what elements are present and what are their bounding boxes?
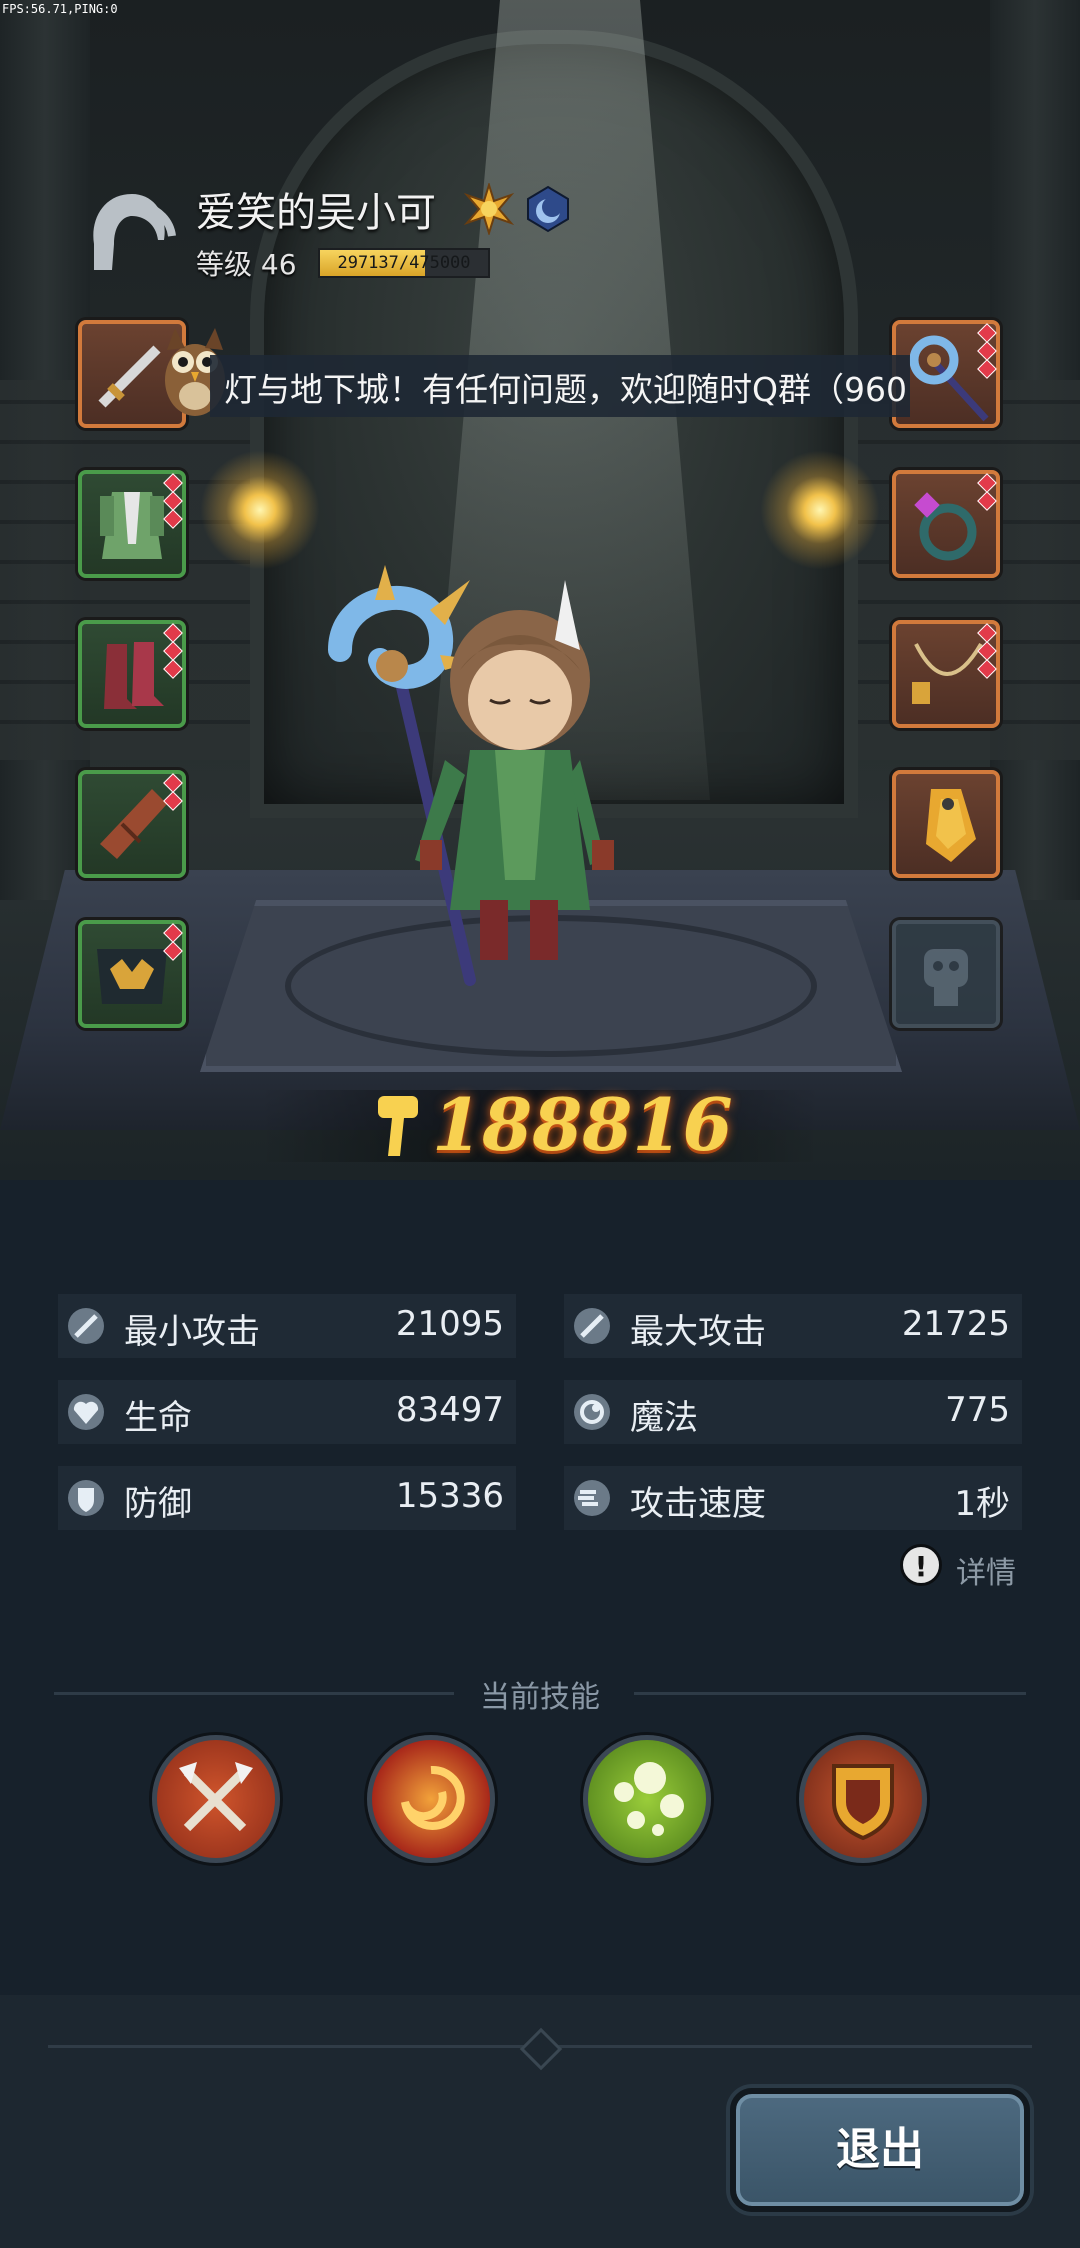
power-value: 188816 <box>432 1082 733 1167</box>
stat-label: 攻击速度 <box>630 1484 766 1524</box>
sword-icon <box>68 1308 104 1344</box>
power-fist-icon <box>378 1096 418 1156</box>
skill-slot-4[interactable] <box>799 1735 927 1863</box>
gem-sockets <box>163 773 183 812</box>
xp-text: 297137/475000 <box>337 253 471 273</box>
speed-icon <box>574 1480 610 1516</box>
torch-right <box>760 450 880 570</box>
player-name: 爱笑的吴小可 <box>196 190 436 236</box>
shield-crest-icon <box>832 1764 894 1841</box>
player-level: 等级 46 <box>196 248 297 281</box>
equip-slot-empty[interactable] <box>892 920 1000 1028</box>
sword-icon <box>574 1308 610 1344</box>
gem-sockets <box>163 623 183 680</box>
shield-icon <box>68 1480 104 1516</box>
fire-vortex-icon <box>401 1765 465 1830</box>
avatar-icon[interactable] <box>84 184 180 280</box>
stat-label: 最小攻击 <box>124 1312 260 1352</box>
pet-placeholder-icon <box>924 949 968 1006</box>
gem-sockets <box>977 323 997 380</box>
sun-badge-icon[interactable] <box>463 183 515 235</box>
crossed-axes-icon <box>179 1762 253 1832</box>
stat-label: 防御 <box>124 1484 192 1524</box>
fps-counter: FPS:56.71,PING:0 <box>2 2 118 16</box>
announcement-text: 灯与地下城！有任何问题，欢迎随时Q群（960 <box>224 370 907 409</box>
details-label: 详情 <box>956 1556 1016 1591</box>
stat-label: 魔法 <box>630 1398 698 1438</box>
stat-label: 最大攻击 <box>630 1312 766 1352</box>
equip-slot-boots[interactable] <box>78 620 186 728</box>
moon-badge-icon[interactable] <box>522 183 574 235</box>
stat-attack-speed: 攻击速度 1秒 <box>564 1466 1022 1530</box>
gauntlet-icon <box>926 789 976 862</box>
equip-slot-necklace[interactable] <box>892 620 1000 728</box>
gem-sockets <box>977 623 997 680</box>
gem-sockets <box>163 473 183 530</box>
exclamation-icon: ! <box>900 1544 942 1586</box>
exit-label: 退出 <box>836 2124 924 2175</box>
exit-button[interactable]: 退出 <box>730 2088 1030 2212</box>
equip-slot-gauntlet[interactable] <box>892 770 1000 878</box>
stat-value: 21095 <box>395 1304 504 1344</box>
heart-icon <box>68 1394 104 1430</box>
stat-value: 775 <box>945 1390 1010 1430</box>
equip-slot-ring[interactable] <box>892 470 1000 578</box>
stat-value: 21725 <box>901 1304 1010 1344</box>
skill-slot-2[interactable] <box>367 1735 495 1863</box>
gem-sockets <box>977 473 997 512</box>
skills-title: 当前技能 <box>480 1680 600 1715</box>
torch-left <box>200 450 320 570</box>
stat-value: 1秒 <box>954 1484 1010 1524</box>
stat-hp: 生命 83497 <box>58 1380 516 1444</box>
announcement-marquee: 灯与地下城！有任何问题，欢迎随时Q群（960 <box>210 355 910 417</box>
xp-bar: 297137/475000 <box>318 248 490 278</box>
poison-bubbles-icon <box>614 1762 684 1836</box>
equip-slot-chest[interactable] <box>78 470 186 578</box>
skill-slot-3[interactable] <box>583 1735 711 1863</box>
skill-slot-1[interactable] <box>152 1735 280 1863</box>
stat-defense: 防御 15336 <box>58 1466 516 1530</box>
gem-sockets <box>163 923 183 962</box>
magic-orb-icon <box>574 1394 610 1430</box>
stat-min-attack: 最小攻击 21095 <box>58 1294 516 1358</box>
stat-mp: 魔法 775 <box>564 1380 1022 1444</box>
equip-slot-bracer[interactable] <box>78 770 186 878</box>
hero-character[interactable] <box>280 560 700 1020</box>
equip-slot-belt[interactable] <box>78 920 186 1028</box>
stat-value: 83497 <box>395 1390 504 1430</box>
stat-label: 生命 <box>124 1398 192 1438</box>
stat-max-attack: 最大攻击 21725 <box>564 1294 1022 1358</box>
stat-value: 15336 <box>395 1476 504 1516</box>
